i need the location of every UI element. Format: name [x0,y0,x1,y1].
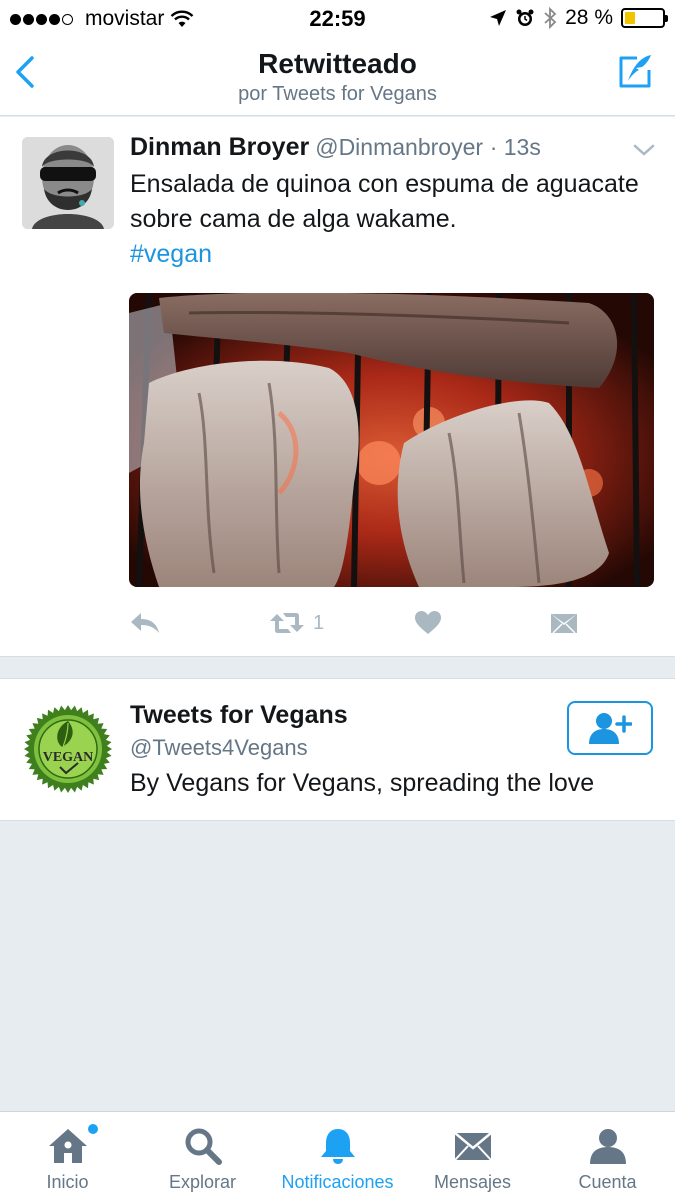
author-name[interactable]: Dinman Broyer [130,133,309,161]
battery-percent: 28 % [565,6,613,29]
retweet-count: 1 [313,611,325,634]
author-handle[interactable]: @Dinmanbroyer [315,134,483,160]
reply-icon [131,613,159,633]
tweet-timestamp: · 13s [489,134,541,160]
bluetooth-icon [544,7,557,29]
like-button[interactable] [414,607,442,639]
person-icon [590,1129,626,1164]
compose-icon [619,55,651,88]
heart-icon [415,611,441,634]
tweet-options-button[interactable] [633,143,655,157]
retweet-button[interactable]: 1 [269,607,324,639]
tab-explore[interactable]: Explorar [135,1112,270,1200]
reply-button[interactable] [129,607,161,639]
direct-message-button[interactable] [549,607,579,639]
battery-fill [625,12,636,24]
battery-icon [621,8,668,28]
seal-text: VEGAN [43,750,94,765]
location-arrow-icon [490,10,507,26]
new-content-dot [88,1124,98,1134]
tab-messages[interactable]: Mensajes [405,1112,540,1200]
tab-account[interactable]: Cuenta [540,1112,675,1200]
tab-bar: Inicio Explorar Notificaciones Mensajes … [0,1111,675,1200]
avatar-image [22,137,114,229]
tab-account-label: Cuenta [578,1172,637,1192]
tab-home[interactable]: Inicio [0,1112,135,1200]
envelope-icon [551,614,577,634]
nav-titles: Retwitteado por Tweets for Vegans [0,48,675,106]
tab-notifications-label: Notificaciones [281,1172,394,1192]
retweeter-avatar[interactable]: VEGAN [22,703,114,795]
tab-explore-label: Explorar [168,1172,237,1192]
compose-tweet-button[interactable] [615,52,655,92]
nav-bar: Retwitteado por Tweets for Vegans [0,38,675,116]
author-avatar[interactable] [22,137,114,229]
retweeter-user-card[interactable]: VEGAN Tweets for Vegans @Tweets4Vegans B… [0,678,675,821]
vegan-seal-logo: VEGAN [24,705,112,793]
tweet-body: Ensalada de quinoa con espuma de aguacat… [130,170,639,233]
retweeter-name[interactable]: Tweets for Vegans [130,701,348,730]
tweet[interactable]: Dinman Broyer @Dinmanbroyer · 13s Ensalad… [0,117,675,657]
page-subtitle: por Tweets for Vegans [238,83,437,105]
status-bar: movistar 22:59 28 % [0,0,675,38]
follow-button[interactable] [567,701,653,755]
page-title: Retwitteado [258,48,417,79]
chevron-down-icon [633,144,655,156]
tab-messages-label: Mensajes [433,1172,512,1192]
search-icon [185,1128,222,1165]
retweeter-bio: By Vegans for Vegans, spreading the love [130,769,595,797]
hashtag-link[interactable]: #vegan [130,240,212,268]
tweet-text: Ensalada de quinoa con espuma de aguacat… [130,167,650,272]
envelope-icon [454,1132,492,1161]
tab-notifications[interactable]: Notificaciones [270,1112,405,1200]
home-icon [49,1129,87,1163]
bell-icon [321,1129,355,1164]
alarm-icon [516,9,534,26]
status-right: 28 % [489,6,668,30]
grilled-meat-image [129,293,654,587]
tweet-photo[interactable] [129,293,654,587]
tweet-actions: 1 [129,607,654,639]
retweeter-handle[interactable]: @Tweets4Vegans [130,735,308,761]
tab-home-label: Inicio [46,1172,89,1192]
add-user-icon [589,713,632,744]
retweet-icon [270,613,304,633]
tweet-header: Dinman Broyer @Dinmanbroyer · 13s [130,133,541,162]
